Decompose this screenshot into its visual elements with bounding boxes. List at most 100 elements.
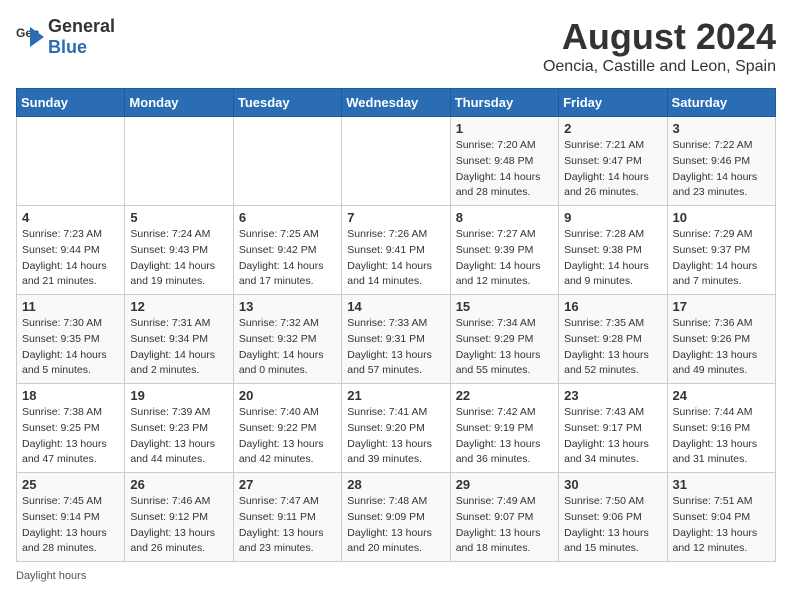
day-info: Sunrise: 7:46 AM Sunset: 9:12 PM Dayligh…	[130, 494, 227, 557]
calendar-day-header: Wednesday	[342, 89, 450, 117]
calendar-cell	[17, 117, 125, 206]
day-info: Sunrise: 7:39 AM Sunset: 9:23 PM Dayligh…	[130, 405, 227, 468]
day-number: 9	[564, 210, 661, 225]
calendar-day-header: Tuesday	[233, 89, 341, 117]
calendar-cell: 23Sunrise: 7:43 AM Sunset: 9:17 PM Dayli…	[559, 384, 667, 473]
calendar-cell: 9 Sunrise: 7:28 AM Sunset: 9:38 PM Daylig…	[559, 206, 667, 295]
calendar-cell: 2 Sunrise: 7:21 AM Sunset: 9:47 PM Daylig…	[559, 117, 667, 206]
day-number: 21	[347, 388, 444, 403]
day-number: 6	[239, 210, 336, 225]
logo-text-blue: Blue	[48, 37, 87, 57]
day-info: Sunrise: 7:38 AM Sunset: 9:25 PM Dayligh…	[22, 405, 119, 468]
day-info: Sunrise: 7:32 AM Sunset: 9:32 PM Dayligh…	[239, 316, 336, 379]
day-info: Sunrise: 7:36 AM Sunset: 9:26 PM Dayligh…	[673, 316, 770, 379]
calendar-cell: 14 Sunrise: 7:33 AM Sunset: 9:31 PM Dayli…	[342, 295, 450, 384]
day-number: 11	[22, 299, 119, 314]
day-info: Sunrise: 7:40 AM Sunset: 9:22 PM Dayligh…	[239, 405, 336, 468]
calendar-cell	[233, 117, 341, 206]
day-info: Sunrise: 7:23 AM Sunset: 9:44 PM Dayligh…	[22, 227, 119, 290]
day-number: 1	[456, 121, 553, 136]
day-info: Sunrise: 7:22 AM Sunset: 9:46 PM Dayligh…	[673, 138, 770, 201]
day-number: 8	[456, 210, 553, 225]
day-info: Sunrise: 7:42 AM Sunset: 9:19 PM Dayligh…	[456, 405, 553, 468]
calendar-cell: 11Sunrise: 7:30 AM Sunset: 9:35 PM Dayli…	[17, 295, 125, 384]
calendar-table: SundayMondayTuesdayWednesdayThursdayFrid…	[16, 88, 776, 562]
calendar-cell: 25 Sunrise: 7:45 AM Sunset: 9:14 PM Dayli…	[17, 473, 125, 562]
day-info: Sunrise: 7:25 AM Sunset: 9:42 PM Dayligh…	[239, 227, 336, 290]
day-number: 28	[347, 477, 444, 492]
day-number: 2	[564, 121, 661, 136]
page-header: Gen General Blue August 2024 Oencia, Cas…	[16, 16, 776, 76]
calendar-header-row: SundayMondayTuesdayWednesdayThursdayFrid…	[17, 89, 776, 117]
day-info: Sunrise: 7:49 AM Sunset: 9:07 PM Dayligh…	[456, 494, 553, 557]
calendar-cell: 18Sunrise: 7:38 AM Sunset: 9:25 PM Dayli…	[17, 384, 125, 473]
day-info: Sunrise: 7:24 AM Sunset: 9:43 PM Dayligh…	[130, 227, 227, 290]
day-number: 22	[456, 388, 553, 403]
day-number: 12	[130, 299, 227, 314]
calendar-cell: 28 Sunrise: 7:48 AM Sunset: 9:09 PM Dayli…	[342, 473, 450, 562]
day-number: 7	[347, 210, 444, 225]
day-info: Sunrise: 7:44 AM Sunset: 9:16 PM Dayligh…	[673, 405, 770, 468]
calendar-cell: 20 Sunrise: 7:40 AM Sunset: 9:22 PM Dayli…	[233, 384, 341, 473]
calendar-cell: 6 Sunrise: 7:25 AM Sunset: 9:42 PM Daylig…	[233, 206, 341, 295]
day-info: Sunrise: 7:29 AM Sunset: 9:37 PM Dayligh…	[673, 227, 770, 290]
calendar-cell: 12 Sunrise: 7:31 AM Sunset: 9:34 PM Dayli…	[125, 295, 233, 384]
calendar-cell: 30Sunrise: 7:50 AM Sunset: 9:06 PM Dayli…	[559, 473, 667, 562]
day-info: Sunrise: 7:21 AM Sunset: 9:47 PM Dayligh…	[564, 138, 661, 201]
calendar-cell: 15Sunrise: 7:34 AM Sunset: 9:29 PM Dayli…	[450, 295, 558, 384]
calendar-cell: 29 Sunrise: 7:49 AM Sunset: 9:07 PM Dayli…	[450, 473, 558, 562]
day-number: 16	[564, 299, 661, 314]
calendar-day-header: Friday	[559, 89, 667, 117]
day-info: Sunrise: 7:45 AM Sunset: 9:14 PM Dayligh…	[22, 494, 119, 557]
calendar-day-header: Saturday	[667, 89, 775, 117]
day-info: Sunrise: 7:43 AM Sunset: 9:17 PM Dayligh…	[564, 405, 661, 468]
calendar-cell: 26Sunrise: 7:46 AM Sunset: 9:12 PM Dayli…	[125, 473, 233, 562]
calendar-week-row: 25 Sunrise: 7:45 AM Sunset: 9:14 PM Dayli…	[17, 473, 776, 562]
calendar-cell: 22 Sunrise: 7:42 AM Sunset: 9:19 PM Dayli…	[450, 384, 558, 473]
day-number: 10	[673, 210, 770, 225]
day-number: 15	[456, 299, 553, 314]
day-info: Sunrise: 7:41 AM Sunset: 9:20 PM Dayligh…	[347, 405, 444, 468]
logo-icon: Gen	[16, 23, 44, 51]
calendar-cell: 16Sunrise: 7:35 AM Sunset: 9:28 PM Dayli…	[559, 295, 667, 384]
page-title: August 2024	[543, 16, 776, 58]
day-info: Sunrise: 7:47 AM Sunset: 9:11 PM Dayligh…	[239, 494, 336, 557]
day-number: 14	[347, 299, 444, 314]
footer: Daylight hours	[16, 570, 776, 582]
day-number: 20	[239, 388, 336, 403]
calendar-cell: 19Sunrise: 7:39 AM Sunset: 9:23 PM Dayli…	[125, 384, 233, 473]
day-info: Sunrise: 7:31 AM Sunset: 9:34 PM Dayligh…	[130, 316, 227, 379]
day-info: Sunrise: 7:28 AM Sunset: 9:38 PM Dayligh…	[564, 227, 661, 290]
calendar-cell: 10 Sunrise: 7:29 AM Sunset: 9:37 PM Dayli…	[667, 206, 775, 295]
calendar-cell	[125, 117, 233, 206]
day-number: 24	[673, 388, 770, 403]
day-number: 13	[239, 299, 336, 314]
day-info: Sunrise: 7:48 AM Sunset: 9:09 PM Dayligh…	[347, 494, 444, 557]
calendar-cell	[342, 117, 450, 206]
calendar-day-header: Thursday	[450, 89, 558, 117]
calendar-cell: 8 Sunrise: 7:27 AM Sunset: 9:39 PM Daylig…	[450, 206, 558, 295]
day-number: 30	[564, 477, 661, 492]
calendar-cell: 4 Sunrise: 7:23 AM Sunset: 9:44 PM Daylig…	[17, 206, 125, 295]
day-info: Sunrise: 7:33 AM Sunset: 9:31 PM Dayligh…	[347, 316, 444, 379]
day-number: 29	[456, 477, 553, 492]
calendar-cell: 5Sunrise: 7:24 AM Sunset: 9:43 PM Daylig…	[125, 206, 233, 295]
day-number: 4	[22, 210, 119, 225]
day-number: 25	[22, 477, 119, 492]
calendar-cell: 3 Sunrise: 7:22 AM Sunset: 9:46 PM Daylig…	[667, 117, 775, 206]
daylight-label: Daylight hours	[16, 570, 86, 582]
day-number: 27	[239, 477, 336, 492]
day-number: 3	[673, 121, 770, 136]
calendar-day-header: Monday	[125, 89, 233, 117]
page-subtitle: Oencia, Castille and Leon, Spain	[543, 58, 776, 76]
calendar-week-row: 11Sunrise: 7:30 AM Sunset: 9:35 PM Dayli…	[17, 295, 776, 384]
calendar-cell: 1 Sunrise: 7:20 AM Sunset: 9:48 PM Daylig…	[450, 117, 558, 206]
calendar-cell: 17 Sunrise: 7:36 AM Sunset: 9:26 PM Dayli…	[667, 295, 775, 384]
day-info: Sunrise: 7:51 AM Sunset: 9:04 PM Dayligh…	[673, 494, 770, 557]
day-number: 31	[673, 477, 770, 492]
day-info: Sunrise: 7:20 AM Sunset: 9:48 PM Dayligh…	[456, 138, 553, 201]
calendar-day-header: Sunday	[17, 89, 125, 117]
logo: Gen General Blue	[16, 16, 115, 58]
day-number: 17	[673, 299, 770, 314]
day-info: Sunrise: 7:27 AM Sunset: 9:39 PM Dayligh…	[456, 227, 553, 290]
